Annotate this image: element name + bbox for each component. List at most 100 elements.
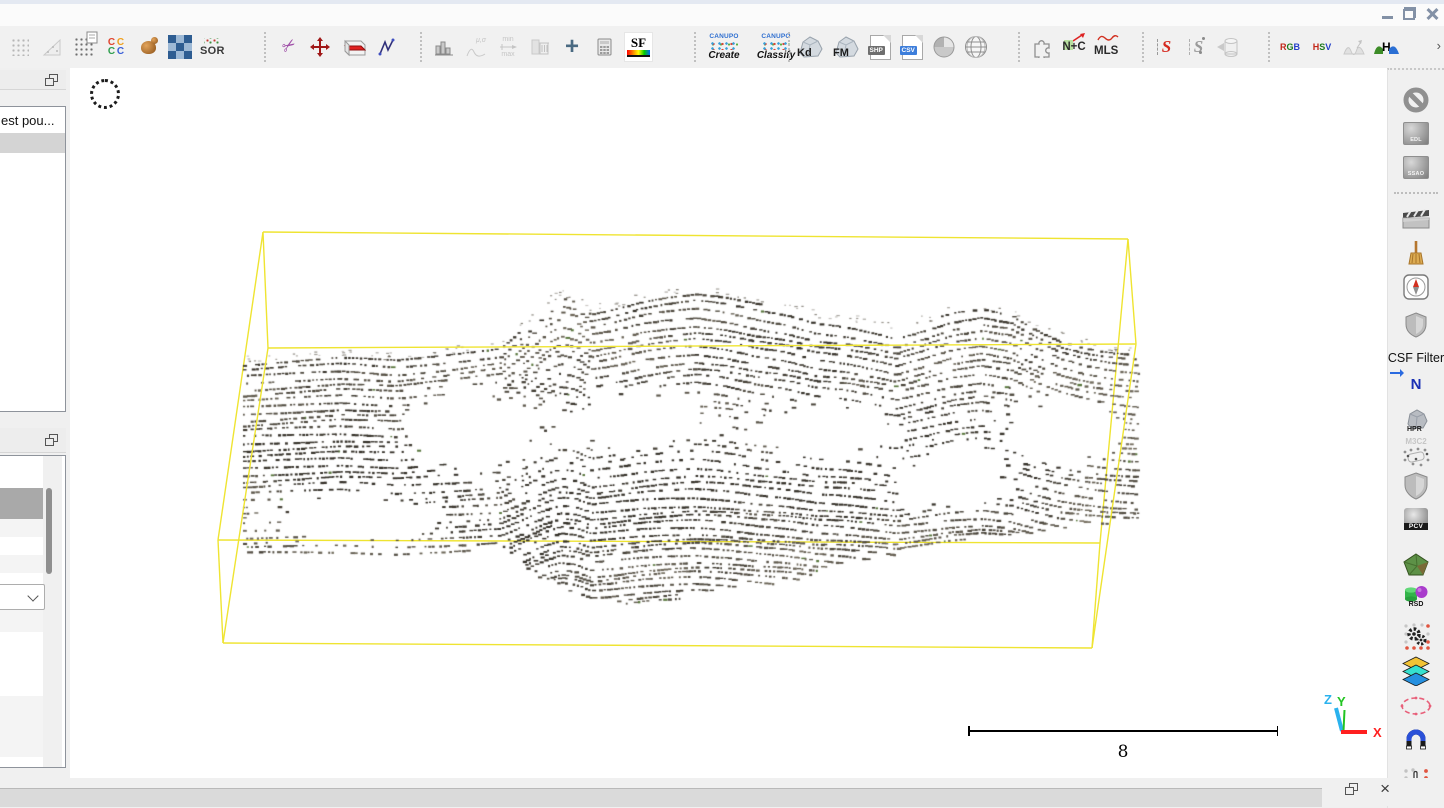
facets-polyhedron-icon[interactable]	[1403, 553, 1429, 577]
gaussian-filter-icon[interactable]: μ,σ	[464, 30, 488, 64]
mesh-sampling-icon[interactable]	[40, 30, 64, 64]
plugins-puzzle-icon[interactable]	[1030, 30, 1054, 64]
db-tree-panel: est pou...	[0, 106, 66, 412]
shield-plugin-icon[interactable]	[1404, 312, 1428, 338]
segment-polyline-icon[interactable]	[374, 30, 398, 64]
window-titlebar	[0, 0, 1444, 26]
svg-text:Y: Y	[1337, 694, 1346, 709]
main-toolbar: CCCC SOR ✂ μ,σ min	[0, 26, 1444, 69]
axis-trihedron: Z Y X	[1310, 688, 1386, 748]
console-float-button[interactable]	[1345, 783, 1358, 795]
scale-bar	[968, 730, 1278, 732]
sidebar-separator	[1394, 192, 1438, 194]
no-filter-icon[interactable]	[1402, 86, 1430, 114]
layers-stack-icon[interactable]	[1402, 656, 1430, 686]
window-minimize-button[interactable]	[1381, 7, 1394, 20]
globe-grid-icon[interactable]	[964, 30, 988, 64]
delete-scalar-field-icon[interactable]	[528, 30, 552, 64]
sor-filter-icon[interactable]: SOR	[200, 30, 225, 64]
db-tree-header	[0, 70, 66, 90]
cloudcompare-logo-icon[interactable]: CCCC	[104, 30, 128, 64]
cross-section-icon[interactable]	[340, 30, 366, 64]
point-list-picking-icon[interactable]	[72, 30, 96, 64]
animation-clapper-icon[interactable]	[1402, 206, 1430, 230]
property-row	[0, 696, 43, 757]
console-close-button[interactable]	[1380, 782, 1390, 796]
clay-sample-icon[interactable]	[136, 30, 160, 64]
toolbar-group-edit: ✂	[276, 28, 398, 66]
rsd-icon[interactable]: RSD	[1403, 584, 1429, 608]
scissors-segment-icon[interactable]: ✂	[276, 30, 300, 64]
toolbar-group-facets: S S	[1152, 28, 1240, 66]
compass-icon[interactable]	[1403, 274, 1429, 300]
fm-icon[interactable]: FM	[832, 35, 860, 59]
m3c2-icon[interactable]: M3C2	[1401, 438, 1431, 468]
clean-broom-icon[interactable]	[1407, 240, 1425, 268]
rgb-histogram-icon[interactable]: RGB	[1278, 30, 1302, 64]
db-tree-item[interactable]: est pou...	[0, 107, 65, 133]
svg-text:Z: Z	[1324, 692, 1332, 707]
edl-shader-icon[interactable]: EDL	[1403, 122, 1429, 145]
properties-header	[0, 428, 66, 453]
magnet-icon[interactable]	[1405, 729, 1427, 751]
toolbar-separator	[264, 32, 266, 62]
gears-settings-icon[interactable]	[1402, 622, 1430, 650]
toolbar-group-canupo: CANUPOCreate CANUPOClassify	[702, 28, 798, 66]
facets-classify-icon[interactable]: S	[1184, 30, 1208, 64]
sf-arithmetic-icon[interactable]	[592, 30, 616, 64]
toolbar-group-plugins: N+C MLS	[1030, 28, 1118, 66]
canupo-classify-button[interactable]: CANUPOClassify	[754, 30, 798, 64]
kd-tree-icon[interactable]: Kd	[796, 35, 824, 59]
svg-text:HPR: HPR	[1407, 426, 1422, 432]
toolbar-group-main: CCCC SOR	[8, 28, 225, 66]
bottom-dock-bar	[0, 778, 1444, 806]
hue-histogram-icon[interactable]: H	[1374, 30, 1399, 64]
shp-export-icon[interactable]: SHP	[868, 30, 892, 64]
sphere-pie-icon[interactable]	[932, 30, 956, 64]
sf-color-scale-icon[interactable]: SF	[624, 30, 653, 64]
toolbar-separator	[788, 32, 790, 62]
pcv-icon[interactable]: PCV	[1404, 508, 1428, 530]
gray-histogram-icon[interactable]	[1342, 30, 1366, 64]
ssao-shader-icon[interactable]: SSAO	[1403, 156, 1429, 179]
properties-dropdown[interactable]	[0, 584, 45, 610]
db-tree-selected-row[interactable]	[0, 133, 65, 153]
toolbar-overflow-chevron[interactable]: ›	[1437, 38, 1441, 53]
histogram-icon[interactable]	[432, 30, 456, 64]
toolbar-group-io: Kd FM SHP CSV	[796, 28, 988, 66]
shield-plugin-icon-2[interactable]	[1403, 472, 1429, 500]
property-row	[0, 555, 43, 573]
contour-ellipse-icon[interactable]	[1400, 696, 1432, 716]
translate-rotate-icon[interactable]	[308, 30, 332, 64]
properties-scrollbar-thumb[interactable]	[46, 488, 52, 574]
properties-float-button[interactable]	[45, 434, 58, 446]
hsv-histogram-icon[interactable]: HSV	[1310, 30, 1334, 64]
toolbar-separator	[1018, 32, 1020, 62]
hpr-icon[interactable]: HPR	[1403, 408, 1429, 432]
scale-bar-label: 8	[968, 742, 1278, 762]
toolbar-group-scalar-fields: μ,σ min max + SF	[432, 28, 653, 66]
subsample-cloud-icon[interactable]	[8, 30, 32, 64]
toolbar-group-color-histograms: RGB HSV H	[1278, 28, 1399, 66]
property-row-selected[interactable]	[0, 488, 43, 519]
toolbar-separator	[1142, 32, 1144, 62]
unroll-cylinder-icon[interactable]	[1216, 30, 1240, 64]
mls-smoothing-icon[interactable]: MLS	[1094, 30, 1118, 64]
status-bar	[0, 788, 1322, 807]
toolbar-separator	[420, 32, 422, 62]
db-tree-float-button[interactable]	[45, 74, 58, 86]
csf-filter-label[interactable]: CSF Filter	[1388, 351, 1444, 365]
left-dock: est pou...	[0, 68, 70, 778]
chevron-down-icon	[27, 590, 38, 601]
window-restore-button[interactable]	[1403, 7, 1416, 20]
add-scalar-field-icon[interactable]: +	[560, 30, 584, 64]
csv-export-icon[interactable]: CSV	[900, 30, 924, 64]
normals-plus-colors-icon[interactable]: N+C	[1062, 30, 1086, 64]
sf-minmax-icon[interactable]: min max	[496, 30, 520, 64]
window-close-button[interactable]	[1425, 7, 1438, 20]
compute-normals-icon[interactable]: N	[1388, 370, 1444, 392]
3d-viewport[interactable]: 8 Z Y X	[70, 68, 1388, 778]
canupo-create-button[interactable]: CANUPOCreate	[702, 30, 746, 64]
facets-extraction-icon[interactable]: S	[1152, 30, 1176, 64]
checkerboard-icon[interactable]	[168, 30, 192, 64]
